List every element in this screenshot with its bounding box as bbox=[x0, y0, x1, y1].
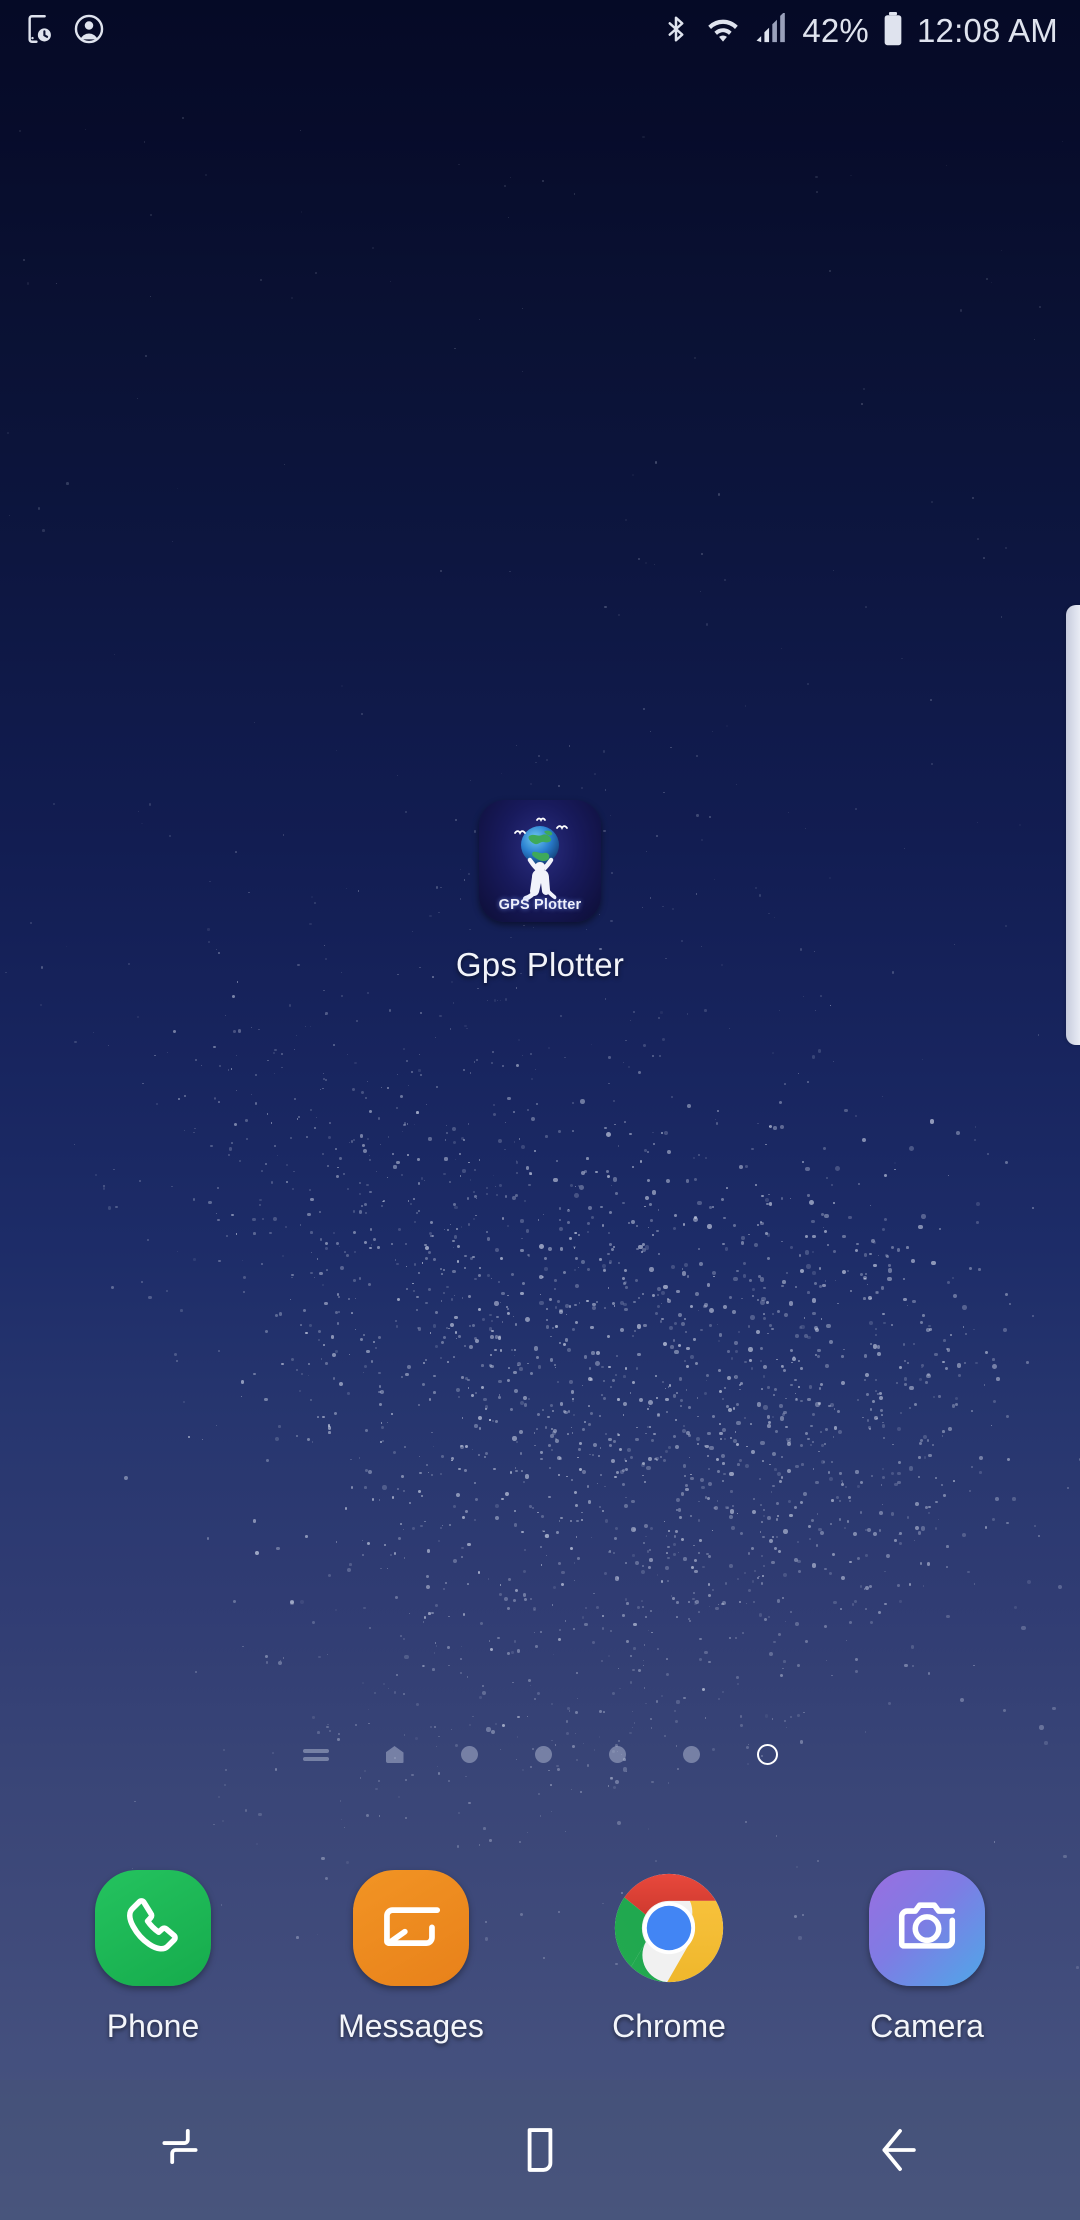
bluetooth-icon bbox=[661, 13, 691, 50]
chrome-icon bbox=[611, 1870, 727, 1991]
gps-plotter-icon: GPS Plotter bbox=[479, 800, 601, 922]
wifi-icon bbox=[704, 14, 742, 49]
app-icon-gps-plotter[interactable]: GPS Plotter Gps Plotter bbox=[405, 800, 675, 984]
camera-icon bbox=[869, 1870, 985, 1986]
dock-label-camera: Camera bbox=[870, 2008, 984, 2044]
clock: 12:08 AM bbox=[916, 12, 1058, 49]
back-button[interactable] bbox=[800, 2080, 1000, 2220]
cellular-signal-icon bbox=[755, 10, 789, 50]
home-screen: 42% 12:08 AM GPS Plotter Gps Plotter Pho… bbox=[0, 0, 1080, 2220]
app-label-gps-plotter: Gps Plotter bbox=[455, 946, 625, 983]
page-indicator-current[interactable] bbox=[756, 1744, 778, 1765]
dock-app-phone[interactable]: Phone bbox=[53, 1870, 253, 2045]
gps-plotter-icon-title: GPS Plotter bbox=[498, 897, 582, 913]
status-bar: 42% 12:08 AM bbox=[0, 0, 1080, 62]
page-indicator-page-1[interactable] bbox=[460, 1746, 478, 1763]
page-indicator-page-2[interactable] bbox=[534, 1746, 552, 1763]
page-indicator-feed[interactable] bbox=[302, 1746, 329, 1763]
dock-app-camera[interactable]: Camera bbox=[827, 1870, 1027, 2045]
dock: Phone Messages Chrome Camera bbox=[0, 1870, 1080, 2045]
recents-button[interactable] bbox=[80, 2080, 280, 2220]
app-grid: GPS Plotter Gps Plotter bbox=[0, 800, 1080, 984]
user-account-icon bbox=[72, 12, 106, 51]
dock-label-messages: Messages bbox=[338, 2008, 484, 2044]
battery-icon bbox=[882, 11, 904, 51]
edge-panel-handle[interactable] bbox=[1066, 605, 1080, 1045]
home-button[interactable] bbox=[440, 2080, 640, 2220]
device-screen-time-icon bbox=[22, 12, 56, 51]
navigation-bar bbox=[0, 2080, 1080, 2220]
dock-app-chrome[interactable]: Chrome bbox=[569, 1870, 769, 2045]
dock-label-phone: Phone bbox=[106, 2008, 200, 2044]
dock-app-messages[interactable]: Messages bbox=[311, 1870, 511, 2045]
message-icon bbox=[353, 1870, 469, 1986]
page-indicator-home[interactable] bbox=[385, 1746, 404, 1763]
battery-percent: 42% bbox=[802, 12, 869, 49]
phone-icon bbox=[95, 1870, 211, 1986]
page-indicator-page-4[interactable] bbox=[682, 1746, 700, 1763]
page-indicator-page-3[interactable] bbox=[608, 1746, 626, 1763]
dock-label-chrome: Chrome bbox=[612, 2008, 726, 2044]
page-indicator bbox=[0, 1744, 1080, 1765]
